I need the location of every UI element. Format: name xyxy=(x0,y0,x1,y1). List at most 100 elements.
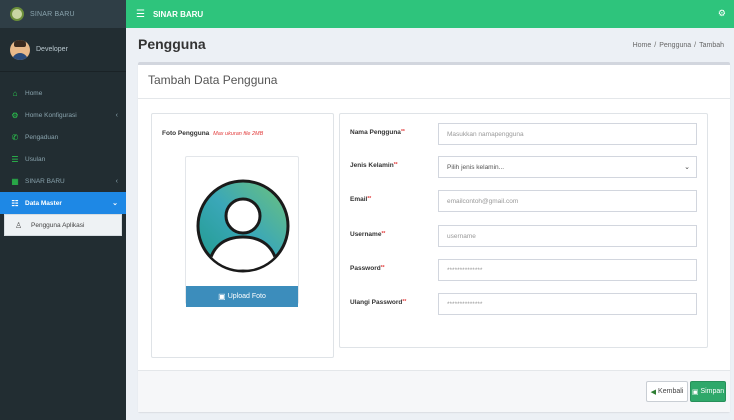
form-row-password: Password** ************** xyxy=(350,259,705,281)
required-mark: ** xyxy=(380,265,385,271)
sidebar-item-label: Pengaduan xyxy=(25,133,59,141)
username-field[interactable]: username xyxy=(438,225,697,247)
form-row-jenis-kelamin: Jenis Kelamin** Pilih jenis kelamin... ⌄ xyxy=(350,156,705,178)
form-row-ulangi-password: Ulangi Password** ************** xyxy=(350,293,705,315)
save-button[interactable]: ▣ Simpan xyxy=(690,381,726,402)
back-button[interactable]: ◀ Kembali xyxy=(646,381,688,402)
user-panel: Developer xyxy=(0,28,126,72)
field-label-text: Username xyxy=(350,231,382,238)
input-placeholder: ************** xyxy=(447,300,483,308)
user-icon: ♙ xyxy=(15,220,23,230)
card-footer: ◀ Kembali ▣ Simpan xyxy=(138,370,730,412)
breadcrumb-tambah: Tambah xyxy=(699,42,724,49)
sidebar-item-label: Usulan xyxy=(25,155,46,163)
sidebar-item-home-konfigurasi[interactable]: ⚙ Home Konfigurasi ‹ xyxy=(0,104,126,126)
jenis-kelamin-select[interactable]: Pilih jenis kelamin... ⌄ xyxy=(438,156,697,178)
field-label: Email** xyxy=(350,196,371,203)
sidebar-item-data-master[interactable]: ☷ Data Master ⌄ xyxy=(0,192,126,214)
avatar xyxy=(10,39,30,60)
form-row-nama-pengguna: Nama Pengguna** Masukkan namapengguna xyxy=(350,123,705,145)
sidebar-item-label: SINAR BARU xyxy=(25,177,65,185)
breadcrumb-separator: / xyxy=(694,42,697,49)
app-title: SINAR BARU xyxy=(152,9,204,19)
required-mark: ** xyxy=(402,299,407,305)
sidebar-item-pengaduan[interactable]: ✆ Pengaduan xyxy=(0,126,126,148)
field-label: Nama Pengguna** xyxy=(350,129,405,136)
camera-icon: ▣ xyxy=(218,292,226,301)
card-divider xyxy=(138,98,730,99)
breadcrumb-home[interactable]: Home xyxy=(633,42,652,49)
sidebar-item-label: Home Konfigurasi xyxy=(25,111,77,119)
menu-toggle-icon[interactable]: ☰ xyxy=(136,9,145,20)
building-icon: ▦ xyxy=(11,176,19,186)
photo-preview xyxy=(185,156,299,304)
required-mark: ** xyxy=(393,162,398,168)
upload-photo-label: Upload Foto xyxy=(227,293,266,300)
main-content: Pengguna Home / Pengguna / Tambah Tambah Dat… xyxy=(126,28,734,420)
arrow-left-circle-icon: ◀ xyxy=(650,388,657,396)
photo-label: Foto Pengguna Max ukuran file 2MB xyxy=(162,130,263,137)
home-icon: ⌂ xyxy=(12,88,18,98)
field-label-text: Password xyxy=(350,265,381,272)
sidebar-subitem-pengguna-aplikasi[interactable]: ♙ Pengguna Aplikasi xyxy=(4,214,122,236)
field-label-text: Jenis Kelamin xyxy=(350,162,394,169)
email-field[interactable]: emailcontoh@gmail.com xyxy=(438,190,697,212)
breadcrumb-pengguna[interactable]: Pengguna xyxy=(659,42,691,49)
field-label: Username** xyxy=(350,231,385,238)
photo-size-hint: Max ukuran file 2MB xyxy=(213,131,264,137)
sidebar: SINAR BARU Developer ⌂ Home ⚙ Home Konfi… xyxy=(0,0,126,420)
sidebar-item-home[interactable]: ⌂ Home xyxy=(0,82,126,104)
required-mark: ** xyxy=(400,129,405,135)
nama-pengguna-input[interactable]: Masukkan namapengguna xyxy=(438,123,697,145)
photo-panel: Foto Pengguna Max ukuran file 2MB ▣ Uplo… xyxy=(151,113,334,358)
sidebar-brand[interactable]: SINAR BARU xyxy=(0,0,126,28)
required-mark: ** xyxy=(381,231,386,237)
field-label-text: Ulangi Password xyxy=(350,299,403,306)
field-label-text: Email xyxy=(350,196,368,203)
confirm-password-field[interactable]: ************** xyxy=(438,293,697,315)
input-placeholder: emailcontoh@gmail.com xyxy=(447,197,519,205)
save-icon: ▣ xyxy=(691,388,699,396)
sidebar-item-usulan[interactable]: ☰ Usulan xyxy=(0,148,126,170)
form-card: Tambah Data Pengguna Foto Pengguna Max u… xyxy=(138,62,730,412)
upload-photo-button[interactable]: ▣ Upload Foto xyxy=(186,286,298,307)
brand-logo-icon xyxy=(10,7,24,21)
database-icon: ☷ xyxy=(11,198,19,208)
field-label: Password** xyxy=(350,265,385,272)
back-button-label: Kembali xyxy=(658,388,684,395)
required-mark: ** xyxy=(367,196,372,202)
brand-name: SINAR BARU xyxy=(30,10,75,18)
input-placeholder: username xyxy=(447,232,476,240)
password-field[interactable]: ************** xyxy=(438,259,697,281)
top-navbar: ☰ SINAR BARU ⚙ xyxy=(126,0,734,28)
sidebar-subitem-label: Pengguna Aplikasi xyxy=(31,221,85,229)
form-row-email: Email** emailcontoh@gmail.com xyxy=(350,190,705,212)
field-label-text: Nama Pengguna xyxy=(350,129,401,136)
page-title: Pengguna xyxy=(138,36,206,52)
breadcrumb-separator: / xyxy=(654,42,657,49)
cogs-icon: ⚙ xyxy=(11,110,19,120)
phone-icon: ✆ xyxy=(11,132,19,142)
sidebar-item-label: Data Master xyxy=(25,199,62,207)
user-name: Developer xyxy=(36,46,68,53)
field-label: Jenis Kelamin** xyxy=(350,162,398,169)
default-avatar-icon xyxy=(196,179,290,273)
photo-label-text: Foto Pengguna xyxy=(162,130,210,137)
select-value: Pilih jenis kelamin... xyxy=(447,163,505,171)
list-icon: ☰ xyxy=(11,154,19,164)
input-placeholder: Masukkan namapengguna xyxy=(447,130,524,138)
chevron-down-icon: ⌄ xyxy=(684,164,690,171)
form-panel: Nama Pengguna** Masukkan namapengguna Je… xyxy=(339,113,708,348)
gear-icon[interactable]: ⚙ xyxy=(718,8,726,19)
save-button-label: Simpan xyxy=(700,388,725,395)
breadcrumb: Home / Pengguna / Tambah xyxy=(633,42,724,49)
chevron-down-icon: ⌄ xyxy=(112,200,118,207)
card-title: Tambah Data Pengguna xyxy=(148,73,278,87)
sidebar-item-label: Home xyxy=(25,89,43,97)
chevron-left-icon: ‹ xyxy=(115,111,118,119)
chevron-left-icon: ‹ xyxy=(115,177,118,185)
sidebar-item-sinar-baru[interactable]: ▦ SINAR BARU ‹ xyxy=(0,170,126,192)
form-row-username: Username** username xyxy=(350,225,705,247)
input-placeholder: ************** xyxy=(447,266,483,274)
field-label: Ulangi Password** xyxy=(350,299,406,306)
